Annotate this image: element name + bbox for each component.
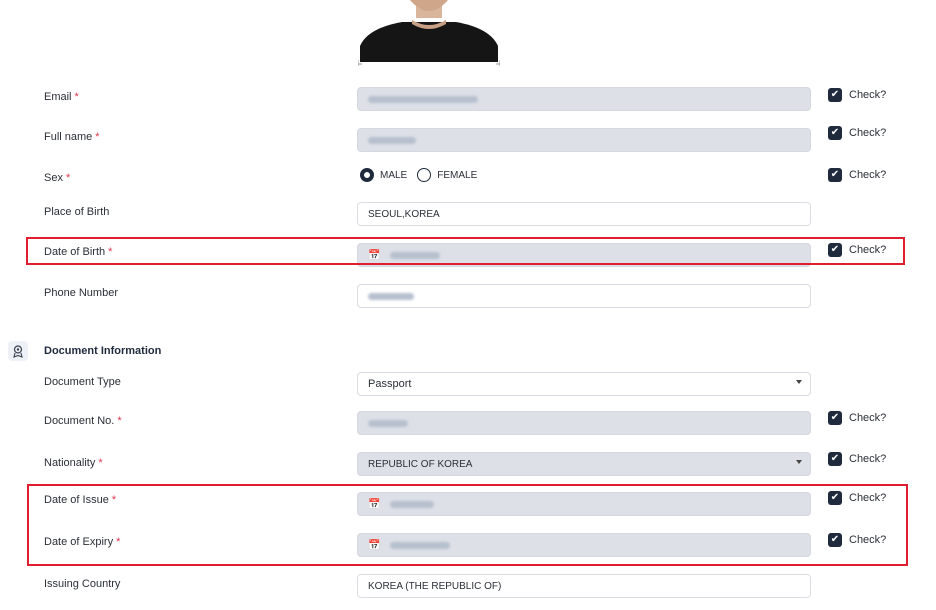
check-label: Check? <box>849 412 887 424</box>
sex-label: Sex * <box>44 172 71 184</box>
sex-radio-group: MALE FEMALE <box>360 168 487 182</box>
place-of-birth-row: Place of Birth SEOUL,KOREA <box>0 196 936 236</box>
check-label: Check? <box>849 453 887 465</box>
document-no-check[interactable]: ✔ Check? <box>828 411 886 425</box>
phone-number-field[interactable] <box>357 284 811 308</box>
document-no-field[interactable] <box>357 411 811 435</box>
full-name-row: Full name * ✔ Check? <box>0 120 936 160</box>
nationality-label: Nationality * <box>44 457 103 469</box>
check-label: Check? <box>849 169 887 181</box>
profile-photo-image <box>357 0 501 66</box>
check-label: Check? <box>849 127 887 139</box>
required-marker: * <box>74 91 79 103</box>
issuing-country-value: KOREA (THE REPUBLIC OF) <box>368 580 502 592</box>
document-type-label: Document Type <box>44 376 121 388</box>
radio-selected-icon[interactable] <box>360 168 374 182</box>
required-marker: * <box>98 457 103 469</box>
email-row: Email * ✔ Check? <box>0 79 936 119</box>
sex-check[interactable]: ✔ Check? <box>828 168 886 182</box>
document-type-row: Document Type Passport <box>0 364 936 404</box>
issuing-country-field[interactable]: KOREA (THE REPUBLIC OF) <box>357 574 811 598</box>
redacted-value <box>368 419 408 427</box>
id-badge-icon <box>8 341 28 361</box>
radio-label-female: FEMALE <box>437 169 478 181</box>
full-name-field[interactable] <box>357 128 811 152</box>
required-marker: * <box>95 131 100 143</box>
redacted-value <box>368 292 414 300</box>
email-check[interactable]: ✔ Check? <box>828 88 886 102</box>
document-type-select[interactable]: Passport <box>357 372 811 396</box>
highlight-date-of-birth <box>26 237 905 265</box>
chevron-down-icon[interactable] <box>796 380 802 384</box>
full-name-label: Full name * <box>44 131 100 143</box>
chevron-down-icon[interactable] <box>796 460 802 464</box>
checkmark-icon[interactable]: ✔ <box>828 452 842 466</box>
nationality-value: REPUBLIC OF KOREA <box>368 458 473 470</box>
place-of-birth-label: Place of Birth <box>44 206 110 218</box>
checkmark-icon[interactable]: ✔ <box>828 411 842 425</box>
highlight-document-dates <box>27 484 908 566</box>
nationality-check[interactable]: ✔ Check? <box>828 452 886 466</box>
checkmark-icon[interactable]: ✔ <box>828 168 842 182</box>
phone-number-label: Phone Number <box>44 287 118 299</box>
email-field[interactable] <box>357 87 811 111</box>
full-name-check[interactable]: ✔ Check? <box>828 126 886 140</box>
document-type-value: Passport <box>368 378 412 390</box>
checkmark-icon[interactable]: ✔ <box>828 126 842 140</box>
nationality-select[interactable]: REPUBLIC OF KOREA <box>357 452 811 476</box>
section-title-document-information: Document Information <box>44 345 162 357</box>
email-label: Email * <box>44 91 79 103</box>
radio-unselected-icon[interactable] <box>417 168 432 182</box>
issuing-country-label: Issuing Country <box>44 578 121 590</box>
place-of-birth-value: SEOUL,KOREA <box>368 208 440 220</box>
radio-label-male: MALE <box>380 169 408 181</box>
redacted-value <box>368 95 478 103</box>
issuing-country-row: Issuing Country KOREA (THE REPUBLIC OF) <box>0 570 936 610</box>
required-marker: * <box>117 415 122 427</box>
checkmark-icon[interactable]: ✔ <box>828 88 842 102</box>
check-label: Check? <box>849 89 887 101</box>
document-no-label: Document No. * <box>44 415 122 427</box>
place-of-birth-field[interactable]: SEOUL,KOREA <box>357 202 811 226</box>
sex-radio-female[interactable]: FEMALE <box>417 168 477 182</box>
required-marker: * <box>65 172 71 184</box>
profile-photo <box>357 0 501 66</box>
redacted-value <box>368 136 416 144</box>
nationality-row: Nationality * REPUBLIC OF KOREA ✔ Check? <box>0 447 936 487</box>
sex-radio-male[interactable]: MALE <box>360 168 407 182</box>
phone-number-row: Phone Number <box>0 278 936 318</box>
document-no-row: Document No. * ✔ Check? <box>0 405 936 445</box>
